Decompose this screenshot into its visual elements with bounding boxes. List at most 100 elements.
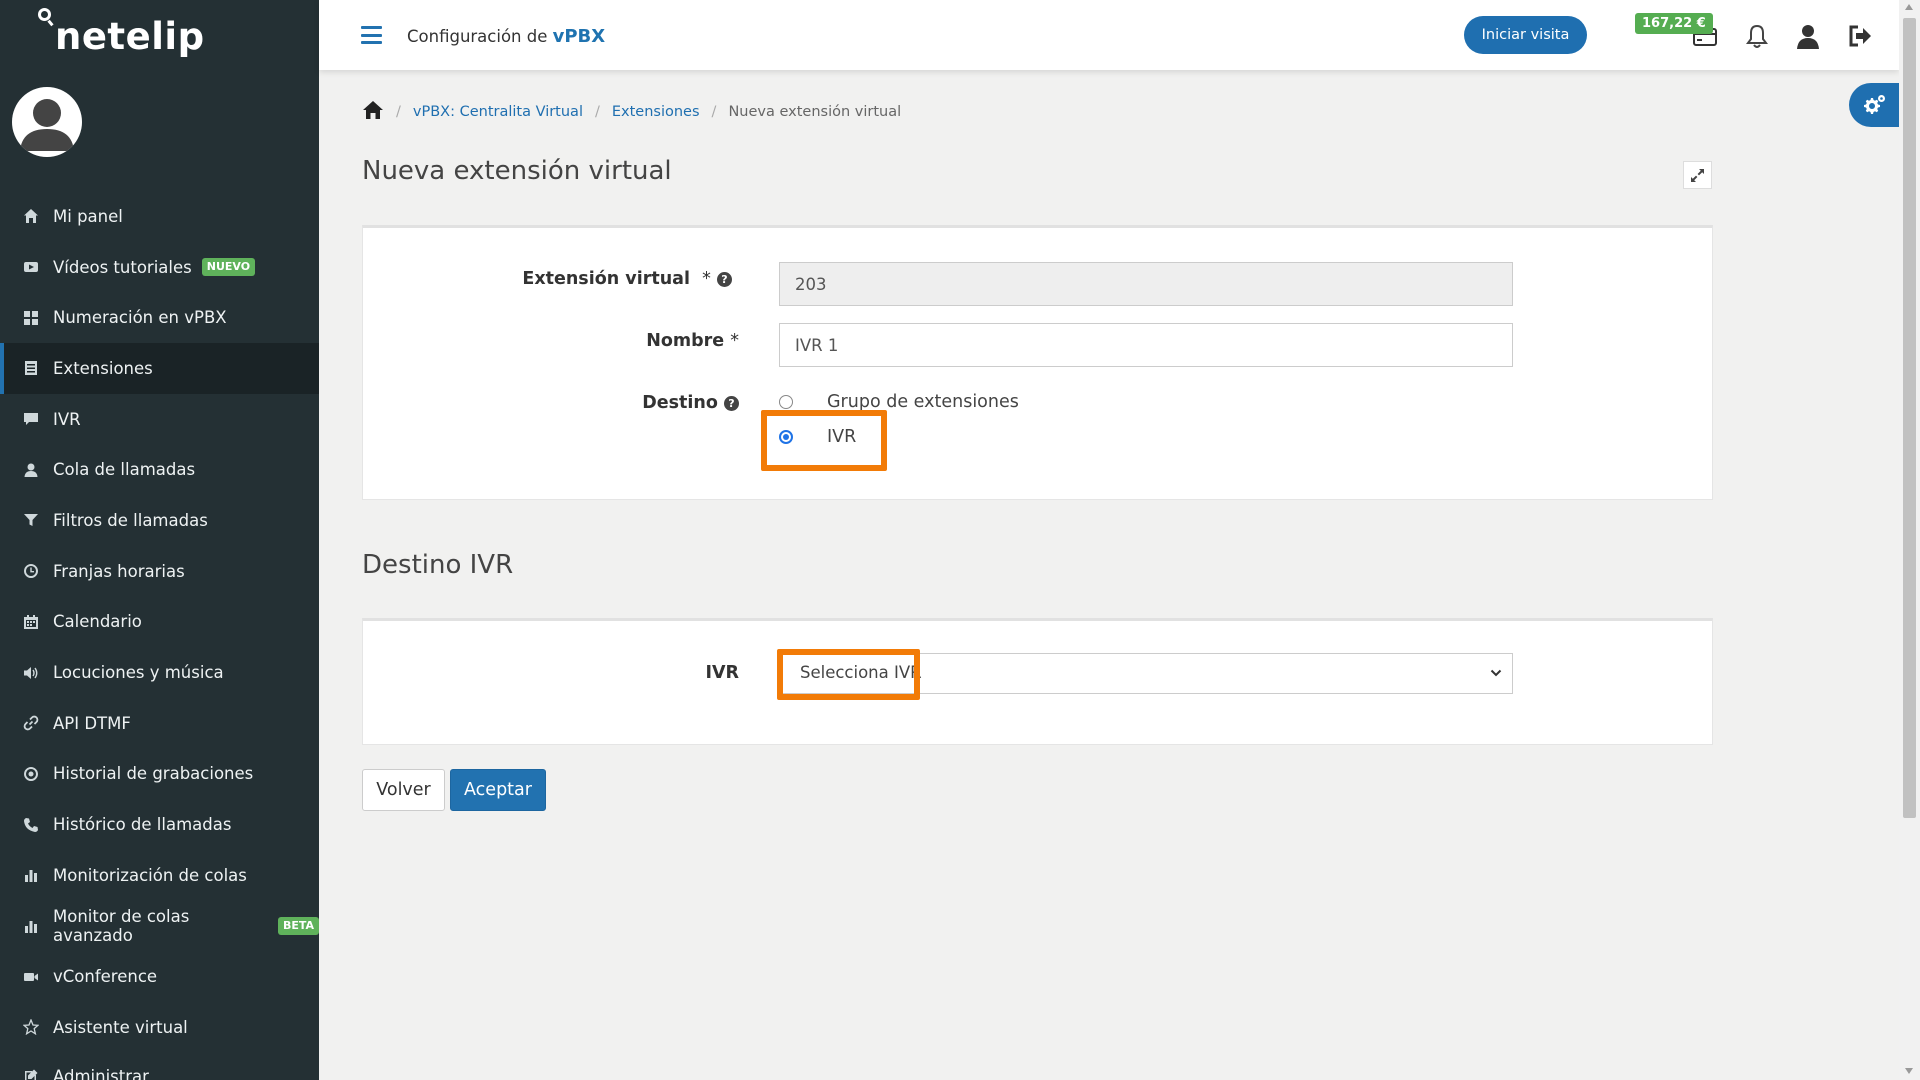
ivr-label: IVR xyxy=(705,663,739,683)
breadcrumb-home-icon[interactable] xyxy=(362,100,384,124)
logo-text: netelip xyxy=(55,15,205,58)
sidebar-item-label: vConference xyxy=(53,967,158,987)
header-title: Configuración de vPBX xyxy=(407,26,605,47)
sidebar-item-label: IVR xyxy=(53,409,81,429)
video-icon xyxy=(22,258,40,276)
help-icon[interactable]: ? xyxy=(724,396,739,411)
sidebar-item-label: Cola de llamadas xyxy=(53,460,196,480)
page-title: Nueva extensión virtual xyxy=(362,156,672,186)
extension-label: Extensión virtual * ? xyxy=(522,269,732,289)
avatar-user-icon xyxy=(20,99,74,151)
settings-panel-tab[interactable] xyxy=(1849,83,1899,127)
hamburger-menu-icon[interactable] xyxy=(361,26,382,44)
help-icon[interactable]: ? xyxy=(717,272,732,287)
name-input[interactable] xyxy=(779,323,1513,367)
sidebar-item-label: Franjas horarias xyxy=(53,561,185,581)
logo-pin-icon xyxy=(38,8,51,21)
sidebar-item-historial-grabaciones[interactable]: Historial de grabaciones xyxy=(0,749,319,800)
sidebar-item-label: Asistente virtual xyxy=(53,1017,188,1037)
sidebar-item-locuciones[interactable]: Locuciones y música xyxy=(0,647,319,698)
breadcrumb-extensiones-link[interactable]: Extensiones xyxy=(612,104,700,120)
sidebar-item-vconference[interactable]: vConference xyxy=(0,951,319,1002)
video-camera-icon xyxy=(22,968,40,986)
sidebar-item-label: Monitorización de colas xyxy=(53,865,247,885)
sidebar-item-ivr[interactable]: IVR xyxy=(0,394,319,445)
chevron-down-icon xyxy=(1490,669,1502,677)
destination-option-ivr[interactable]: IVR xyxy=(779,427,856,447)
sidebar-item-label: Extensiones xyxy=(53,358,153,378)
sidebar-item-historico-llamadas[interactable]: Histórico de llamadas xyxy=(0,799,319,850)
link-icon xyxy=(22,714,40,732)
destination-label: Destino ? xyxy=(642,393,739,413)
ivr-select-value: Selecciona IVR xyxy=(800,663,922,682)
accept-button[interactable]: Aceptar xyxy=(450,769,546,811)
sidebar-item-administrar[interactable]: Administrar xyxy=(0,1053,319,1080)
back-button[interactable]: Volver xyxy=(362,769,445,811)
breadcrumb-current: Nueva extensión virtual xyxy=(728,104,902,120)
scrollbar-thumb[interactable] xyxy=(1903,18,1916,818)
sidebar-item-api-dtmf[interactable]: API DTMF xyxy=(0,698,319,749)
sidebar-item-monitorizacion-colas[interactable]: Monitorización de colas xyxy=(0,850,319,901)
sidebar-item-mi-panel[interactable]: Mi panel xyxy=(0,191,319,242)
home-icon xyxy=(22,207,40,225)
sidebar-item-calendario[interactable]: Calendario xyxy=(0,597,319,648)
sidebar-nav: Mi panel Vídeos tutoriales NUEVO Numerac… xyxy=(0,191,319,1080)
comment-icon xyxy=(22,410,40,428)
bar-chart-icon xyxy=(22,917,40,935)
scroll-down-arrow-icon[interactable] xyxy=(1905,1068,1913,1074)
start-tour-button[interactable]: Iniciar visita xyxy=(1464,16,1587,54)
radio-ivr[interactable] xyxy=(779,430,793,444)
sidebar-item-label: Numeración en vPBX xyxy=(53,308,227,328)
volume-icon xyxy=(22,664,40,682)
sidebar-item-label: Historial de grabaciones xyxy=(53,764,254,784)
sidebar-item-cola-llamadas[interactable]: Cola de llamadas xyxy=(0,444,319,495)
calendar-icon xyxy=(22,613,40,631)
star-icon xyxy=(22,1018,40,1036)
sidebar-item-label: Vídeos tutoriales xyxy=(53,257,192,277)
destination-option-group[interactable]: Grupo de extensiones xyxy=(779,392,1019,412)
scroll-up-arrow-icon[interactable] xyxy=(1905,4,1913,10)
ivr-select[interactable]: Selecciona IVR xyxy=(779,653,1513,694)
sidebar-item-asistente-virtual[interactable]: Asistente virtual xyxy=(0,1002,319,1053)
sidebar-item-franjas[interactable]: Franjas horarias xyxy=(0,546,319,597)
clock-icon xyxy=(22,562,40,580)
netelip-logo[interactable]: netelip xyxy=(38,8,204,64)
sidebar-item-label: Calendario xyxy=(53,612,142,632)
sidebar-item-label: Filtros de llamadas xyxy=(53,510,208,530)
edit-icon xyxy=(22,1067,40,1080)
ivr-section-title: Destino IVR xyxy=(362,550,514,580)
extension-number-input[interactable] xyxy=(779,262,1513,306)
balance-badge[interactable]: 167,22 € xyxy=(1635,13,1713,34)
header-title-brand: vPBX xyxy=(552,26,606,47)
phone-icon xyxy=(22,816,40,834)
fullscreen-expand-button[interactable] xyxy=(1683,161,1712,189)
sidebar-item-label: Administrar xyxy=(53,1066,149,1080)
sidebar-item-label: Locuciones y música xyxy=(53,663,224,683)
sidebar-item-videos-tutoriales[interactable]: Vídeos tutoriales NUEVO xyxy=(0,242,319,293)
filter-icon xyxy=(22,511,40,529)
user-icon xyxy=(22,461,40,479)
grid-icon xyxy=(22,309,40,327)
header-title-prefix: Configuración de xyxy=(407,27,553,46)
expand-arrows-icon xyxy=(1691,169,1704,182)
user-profile-icon[interactable] xyxy=(1794,22,1822,50)
top-header: Configuración de vPBX Iniciar visita 167… xyxy=(319,0,1899,70)
breadcrumb-vpbx-link[interactable]: vPBX: Centralita Virtual xyxy=(413,104,583,120)
radio-group-extensiones[interactable] xyxy=(779,395,793,409)
bar-chart-icon xyxy=(22,866,40,884)
page-scrollbar[interactable] xyxy=(1899,0,1920,1080)
bell-icon[interactable] xyxy=(1743,22,1771,50)
sidebar-item-label: Monitor de colas avanzado xyxy=(53,906,190,945)
sidebar-item-numeracion[interactable]: Numeración en vPBX xyxy=(0,292,319,343)
ivr-destination-panel: IVR Selecciona IVR xyxy=(362,618,1713,745)
user-avatar[interactable] xyxy=(12,87,82,157)
breadcrumb: / vPBX: Centralita Virtual / Extensiones… xyxy=(362,100,901,124)
list-icon xyxy=(22,359,40,377)
sidebar-item-monitor-colas-avanzado[interactable]: Monitor de colas avanzado BETA xyxy=(0,901,319,952)
sidebar-item-filtros[interactable]: Filtros de llamadas xyxy=(0,495,319,546)
beta-badge: BETA xyxy=(277,917,319,935)
sidebar-item-extensiones[interactable]: Extensiones xyxy=(0,343,319,394)
name-label: Nombre * xyxy=(646,331,739,351)
logout-icon[interactable] xyxy=(1846,22,1874,50)
extension-form-panel: Extensión virtual * ? Nombre * Destino ?… xyxy=(362,225,1713,500)
